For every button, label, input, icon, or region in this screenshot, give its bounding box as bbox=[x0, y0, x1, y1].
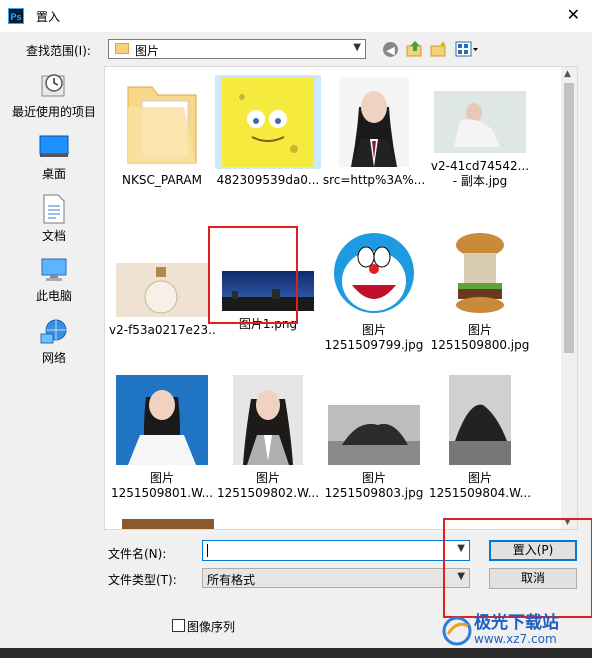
file-name: v2-41cd74542... bbox=[430, 159, 530, 173]
file-name: NKSC_PARAM bbox=[122, 173, 202, 187]
filename-input[interactable]: ▼ bbox=[202, 540, 470, 561]
dialog-title: 置入 bbox=[36, 10, 61, 24]
file-item-woman[interactable]: v2-41cd74542... - 副本.jpg bbox=[427, 75, 533, 189]
place-desktop[interactable]: 桌面 bbox=[6, 134, 102, 182]
watermark: 极光下载站 www.xz7.com bbox=[440, 608, 590, 654]
checkbox-box[interactable] bbox=[172, 619, 185, 632]
chevron-down-icon: ▼ bbox=[353, 42, 361, 53]
file-name-line2: 1251509800.jpg bbox=[430, 338, 530, 352]
place-recent[interactable]: 最近使用的项目 bbox=[6, 70, 102, 120]
filetype-label: 文件类型(T): bbox=[108, 573, 177, 587]
file-name-line2: 1251509803.jpg bbox=[324, 486, 424, 500]
burger-cat-thumbnail bbox=[434, 227, 526, 317]
file-name-line2: 1251509799.jpg bbox=[324, 338, 424, 352]
file-name: v2-f53a0217e23... bbox=[109, 323, 215, 337]
file-name: 图片 bbox=[467, 471, 492, 485]
file-name: 图片 bbox=[467, 323, 492, 337]
file-name-line2: 1251509804.W... bbox=[428, 486, 532, 500]
file-name: 图片 bbox=[149, 471, 174, 485]
file-item-idphoto[interactable]: 图片 1251509801.W... bbox=[109, 373, 215, 501]
chevron-down-icon: ▼ bbox=[457, 571, 465, 582]
file-item-spongebob[interactable]: 482309539da0... bbox=[215, 75, 321, 188]
file-name: 482309539da0... bbox=[216, 173, 320, 187]
woman-thumbnail bbox=[434, 91, 526, 153]
lookin-label: 查找范围(I): bbox=[26, 44, 91, 58]
watermark-brand: 极光下载站 bbox=[474, 613, 559, 633]
file-item-night[interactable]: 图片1.png bbox=[215, 225, 321, 332]
rock2-thumbnail bbox=[449, 375, 511, 465]
photoshop-app-icon: Ps bbox=[8, 8, 24, 24]
place-computer[interactable]: 此电脑 bbox=[6, 256, 102, 304]
folder-icon bbox=[115, 43, 129, 54]
lookin-dropdown[interactable]: 图片 ▼ bbox=[108, 39, 366, 59]
file-item-rock2[interactable]: 图片 1251509804.W... bbox=[427, 373, 533, 501]
title-bar: Ps 置入 ✕ bbox=[0, 0, 592, 32]
night-city-thumbnail bbox=[222, 271, 314, 311]
filetype-value: 所有格式 bbox=[207, 573, 256, 587]
desktop-icon bbox=[39, 135, 69, 157]
file-name: 图片 bbox=[255, 471, 280, 485]
place-label: 桌面 bbox=[41, 167, 66, 181]
folder-icon bbox=[127, 86, 197, 164]
file-name: 图片1.png bbox=[238, 317, 298, 331]
spongebob-thumbnail bbox=[222, 77, 314, 167]
lookin-value: 图片 bbox=[135, 44, 160, 58]
text-caret bbox=[207, 544, 208, 557]
place-label: 此电脑 bbox=[35, 289, 72, 303]
place-button[interactable]: 置入(P) bbox=[489, 540, 577, 561]
filetype-dropdown[interactable]: 所有格式 ▼ bbox=[202, 568, 470, 588]
file-item-partial[interactable] bbox=[115, 519, 221, 529]
file-item-burger[interactable]: 图片 1251509800.jpg bbox=[427, 225, 533, 353]
watermark-url: www.xz7.com bbox=[474, 632, 557, 646]
scroll-up-icon[interactable]: ▲ bbox=[564, 69, 571, 79]
place-documents[interactable]: 文档 bbox=[6, 194, 102, 244]
place-label: 最近使用的项目 bbox=[11, 105, 96, 119]
watermark-logo-icon bbox=[442, 616, 472, 646]
rock-thumbnail bbox=[328, 405, 420, 465]
file-name-line2: 1251509801.W... bbox=[110, 486, 214, 500]
portrait-thumbnail bbox=[339, 77, 409, 167]
portrait2-thumbnail bbox=[233, 375, 303, 465]
file-item-portrait[interactable]: src=http%3A%... bbox=[321, 75, 427, 188]
id-photo-thumbnail bbox=[116, 375, 208, 465]
file-item-folder[interactable]: NKSC_PARAM bbox=[109, 75, 215, 188]
place-label: 网络 bbox=[41, 351, 66, 365]
up-folder-button[interactable] bbox=[406, 40, 424, 58]
file-name-line2: - 副本.jpg bbox=[452, 174, 508, 188]
place-network[interactable]: 网络 bbox=[6, 318, 102, 366]
view-menu-button[interactable] bbox=[455, 40, 479, 58]
place-label: 文档 bbox=[41, 229, 66, 243]
places-bar: 最近使用的项目 桌面 文档 此电脑 网络 bbox=[6, 66, 102, 606]
scroll-down-icon[interactable]: ▼ bbox=[564, 517, 571, 527]
documents-icon bbox=[43, 194, 65, 224]
file-name: 图片 bbox=[361, 323, 386, 337]
computer-icon bbox=[41, 258, 67, 281]
file-name: 图片 bbox=[361, 471, 386, 485]
back-button[interactable]: ◀ bbox=[383, 42, 398, 57]
new-folder-button[interactable] bbox=[430, 40, 448, 58]
file-list-view[interactable]: NKSC_PARAM 482309539da0... src=http%3A%.… bbox=[104, 66, 578, 530]
filename-label: 文件名(N): bbox=[108, 547, 167, 561]
doraemon-thumbnail bbox=[328, 227, 420, 317]
back-arrow-icon: ◀ bbox=[386, 44, 395, 57]
cancel-button[interactable]: 取消 bbox=[489, 568, 577, 589]
close-button[interactable]: ✕ bbox=[567, 6, 580, 24]
file-name: src=http%3A%... bbox=[322, 173, 426, 187]
image-sequence-checkbox[interactable]: 图像序列 bbox=[172, 618, 235, 635]
recent-icon bbox=[41, 74, 65, 97]
wood-thumbnail bbox=[122, 519, 214, 529]
bottle-thumbnail bbox=[116, 263, 208, 317]
file-item-doraemon[interactable]: 图片 1251509799.jpg bbox=[321, 225, 427, 353]
network-icon bbox=[40, 319, 67, 344]
chevron-down-icon[interactable]: ▼ bbox=[457, 543, 465, 554]
file-item-portrait2[interactable]: 图片 1251509802.W... bbox=[215, 373, 321, 501]
file-name-line2: 1251509802.W... bbox=[216, 486, 320, 500]
file-item-rock[interactable]: 图片 1251509803.jpg bbox=[321, 373, 427, 501]
file-item-bottle[interactable]: v2-f53a0217e23... bbox=[109, 225, 215, 338]
place-dialog: Ps 置入 ✕ 查找范围(I): 图片 ▼ ◀ 最近使用的项目 桌面 文档 此电… bbox=[0, 0, 592, 648]
image-sequence-label: 图像序列 bbox=[187, 620, 236, 634]
vertical-scrollbar[interactable]: ▲ ▼ bbox=[561, 67, 577, 529]
scroll-thumb[interactable] bbox=[564, 83, 574, 353]
